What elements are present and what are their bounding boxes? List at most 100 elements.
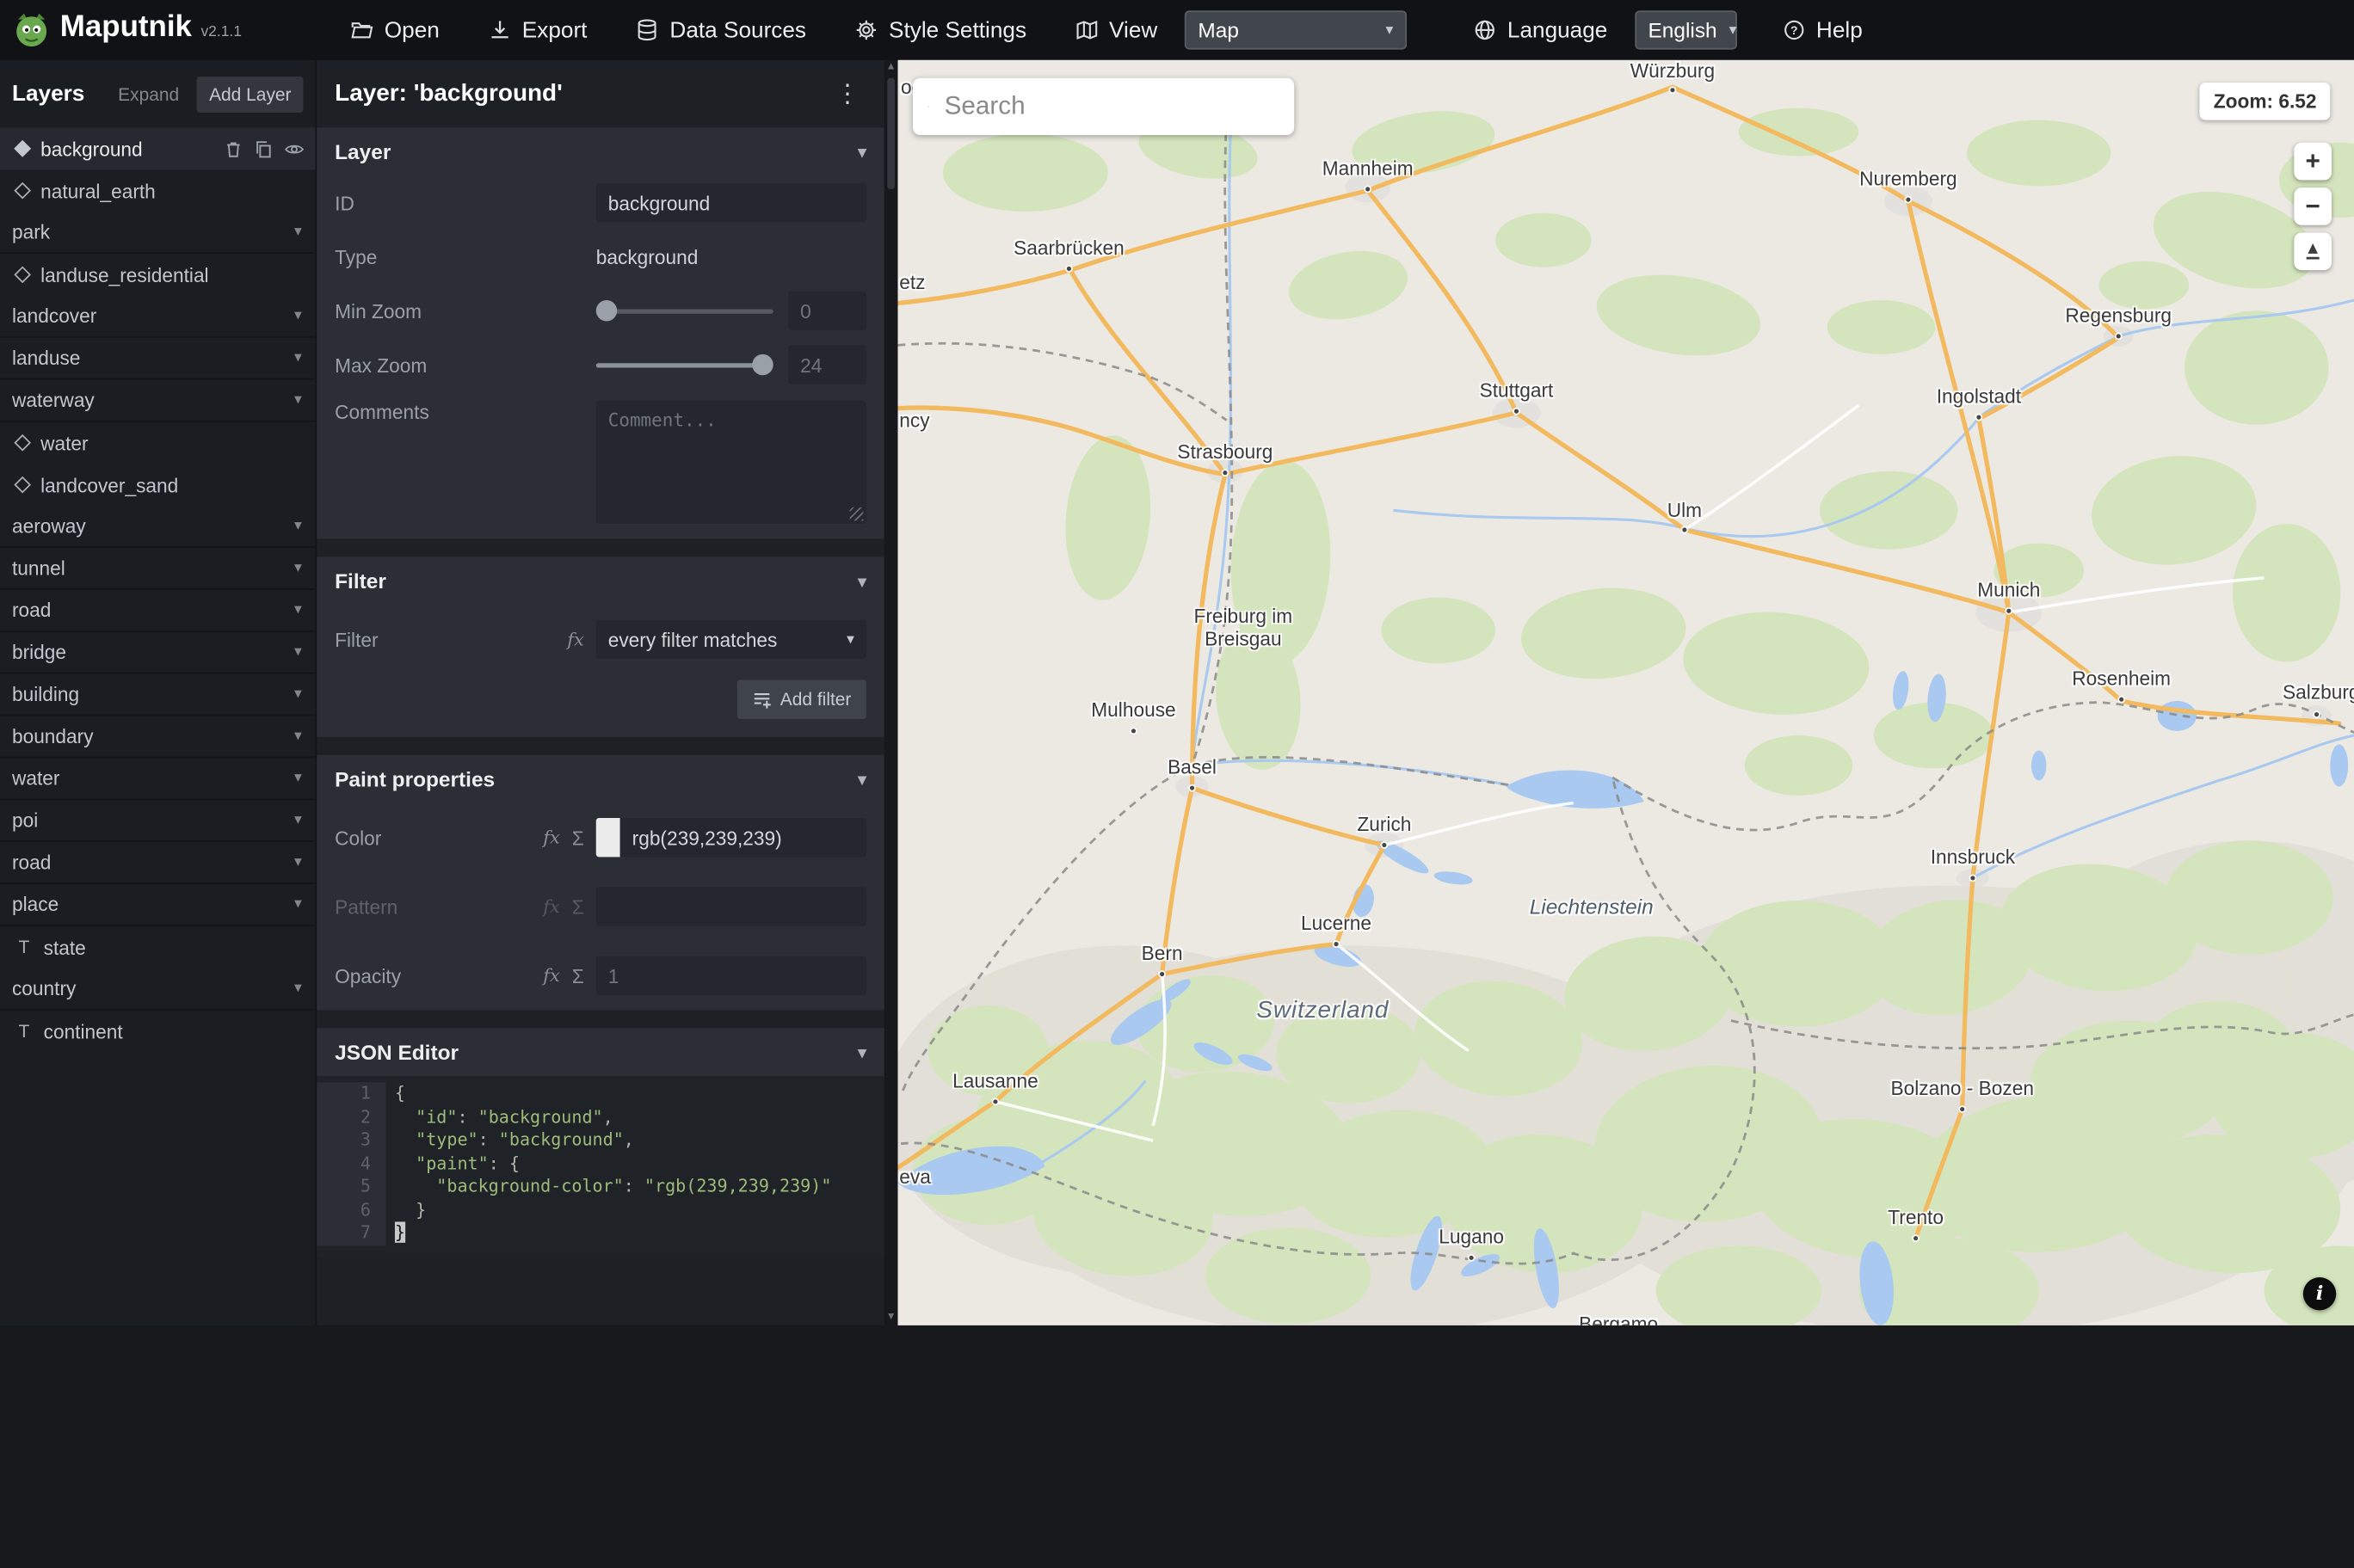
language-button[interactable]: Language (1449, 0, 1631, 60)
map-search-input[interactable] (941, 89, 1279, 124)
max-zoom-input[interactable] (788, 345, 866, 384)
layer-list-item-bridge[interactable]: bridge ▾ (0, 632, 316, 674)
layer-editor-panel: Layer: 'background' ⋮ Layer ▾ ID backgro… (315, 59, 898, 1325)
chevron-down-icon: ▾ (858, 771, 866, 789)
style-settings-button[interactable]: Style Settings (830, 0, 1051, 60)
min-zoom-input[interactable] (788, 291, 866, 330)
language-select[interactable]: English ▾ (1634, 10, 1737, 50)
layer-list-item-landuse[interactable]: landuse ▾ (0, 338, 316, 380)
search-icon (927, 106, 930, 108)
scroll-down-icon[interactable]: ▼ (886, 1310, 897, 1325)
toggle-visibility-icon[interactable] (284, 138, 305, 158)
data-sources-label: Data Sources (669, 17, 807, 43)
resize-grip[interactable] (849, 507, 864, 521)
attribution-info-button[interactable]: i (2302, 1276, 2337, 1311)
layer-label: background (40, 137, 143, 160)
layer-options-menu-icon[interactable]: ⋮ (829, 79, 866, 109)
filter-section-header[interactable]: Filter ▾ (317, 556, 884, 605)
city-dot (1680, 526, 1689, 534)
expression-icon[interactable]: fx (567, 629, 584, 649)
background-pattern-input[interactable] (595, 887, 866, 926)
layer-list-item-boundary[interactable]: boundary ▾ (0, 716, 316, 759)
map-place-label: ncy (899, 409, 930, 432)
max-zoom-slider[interactable] (595, 345, 773, 384)
layer-label: boundary (11, 724, 94, 748)
layer-section: Layer ▾ ID Type background (317, 127, 884, 539)
layer-label: bridge (11, 641, 67, 664)
background-opacity-input[interactable] (595, 956, 866, 995)
map-place-label: Salzburg (2282, 680, 2354, 704)
filter-combinator-select[interactable]: every filter matches ▾ (595, 619, 866, 660)
scrollbar-thumb[interactable] (887, 77, 896, 189)
color-label: Color (335, 826, 382, 849)
layer-list-item-landcover_sand[interactable]: landcover_sand (0, 464, 315, 506)
layer-section-header[interactable]: Layer ▾ (317, 127, 884, 175)
type-label: Type (335, 245, 378, 268)
color-swatch[interactable] (595, 818, 620, 858)
layer-list-item-water[interactable]: water (0, 421, 315, 464)
chevron-down-icon: ▾ (293, 812, 302, 829)
open-button[interactable]: Open (326, 0, 464, 60)
help-button[interactable]: ? Help (1758, 0, 1887, 60)
symbol-layer-icon: T (18, 1020, 30, 1042)
add-filter-button[interactable]: Add filter (736, 679, 866, 719)
layer-list-item-landcover[interactable]: landcover ▾ (0, 296, 316, 338)
city-dot (991, 1098, 1000, 1106)
expression-icon[interactable]: fx (543, 896, 560, 917)
layer-list-item-park[interactable]: park ▾ (0, 212, 316, 254)
layer-list-item-road[interactable]: road ▾ (0, 842, 316, 884)
export-button[interactable]: Export (464, 0, 612, 60)
min-zoom-label: Min Zoom (335, 299, 422, 323)
compass-button[interactable] (2294, 232, 2332, 271)
editor-scrollbar[interactable]: ▲ ▼ (884, 59, 898, 1325)
layer-list-item-landuse_residential[interactable]: landuse_residential (0, 254, 315, 296)
layer-list-item-tunnel[interactable]: tunnel ▾ (0, 548, 316, 590)
layer-list-item-state[interactable]: Tstate (0, 926, 315, 968)
opacity-label: Opacity (335, 964, 402, 987)
app-brand[interactable]: Maputnik v2.1.1 (0, 10, 242, 49)
layer-label: landuse (11, 347, 81, 370)
layer-list-item-continent[interactable]: Tcontinent (0, 1010, 315, 1052)
layer-list-item-building[interactable]: building ▾ (0, 674, 316, 716)
city-dot (1380, 841, 1389, 849)
expression-icon[interactable]: fx (543, 827, 560, 847)
language-label: Language (1507, 17, 1608, 43)
map-canvas[interactable]: oc Würzburg Mannheim Nuremberg Saarbrücken et… (897, 59, 2354, 1325)
data-sources-button[interactable]: Data Sources (611, 0, 830, 60)
layer-list-item-place[interactable]: place ▾ (0, 884, 316, 926)
data-function-icon[interactable]: Σ (572, 895, 584, 918)
background-color-input[interactable] (619, 818, 866, 858)
duplicate-layer-icon[interactable] (254, 138, 274, 158)
layer-list-item-waterway[interactable]: waterway ▾ (0, 379, 316, 422)
expression-icon[interactable]: fx (543, 965, 560, 986)
view-select[interactable]: Map ▾ (1184, 10, 1407, 50)
zoom-in-button[interactable]: + (2294, 142, 2332, 181)
expand-layers-button[interactable]: Expand (112, 77, 185, 110)
map-place-label: Bern (1141, 941, 1183, 965)
layer-id-input[interactable] (595, 182, 866, 223)
type-row: Type background (317, 230, 884, 284)
comments-textarea[interactable] (595, 400, 866, 525)
add-layer-button[interactable]: Add Layer (197, 76, 304, 113)
json-editor-header[interactable]: JSON Editor ▾ (317, 1028, 884, 1076)
layer-list-item-water[interactable]: water ▾ (0, 758, 316, 801)
chevron-down-icon: ▾ (293, 224, 302, 241)
layer-list-item-road[interactable]: road ▾ (0, 590, 316, 632)
data-function-icon[interactable]: Σ (572, 827, 584, 849)
layer-list-item-country[interactable]: country ▾ (0, 968, 316, 1011)
layer-list-item-poi[interactable]: poi ▾ (0, 800, 316, 842)
min-zoom-slider[interactable] (595, 292, 773, 330)
layer-list-item-natural_earth[interactable]: natural_earth (0, 169, 315, 212)
map-place-label: Basel (1168, 755, 1217, 778)
view-button[interactable]: View (1051, 0, 1181, 60)
layer-label: water (40, 431, 89, 454)
data-function-icon[interactable]: Σ (572, 964, 584, 987)
zoom-out-button[interactable]: − (2294, 188, 2332, 225)
paint-section-header[interactable]: Paint properties ▾ (317, 755, 884, 803)
delete-layer-icon[interactable] (224, 138, 243, 158)
json-code-editor[interactable]: 1234567 { "id": "background", "type": "b… (317, 1076, 884, 1257)
layer-list-item-aeroway[interactable]: aeroway ▾ (0, 506, 316, 548)
layer-list-item-background[interactable]: background (0, 127, 316, 170)
map-search-box[interactable] (912, 77, 1295, 136)
scroll-up-icon[interactable]: ▲ (886, 60, 897, 75)
